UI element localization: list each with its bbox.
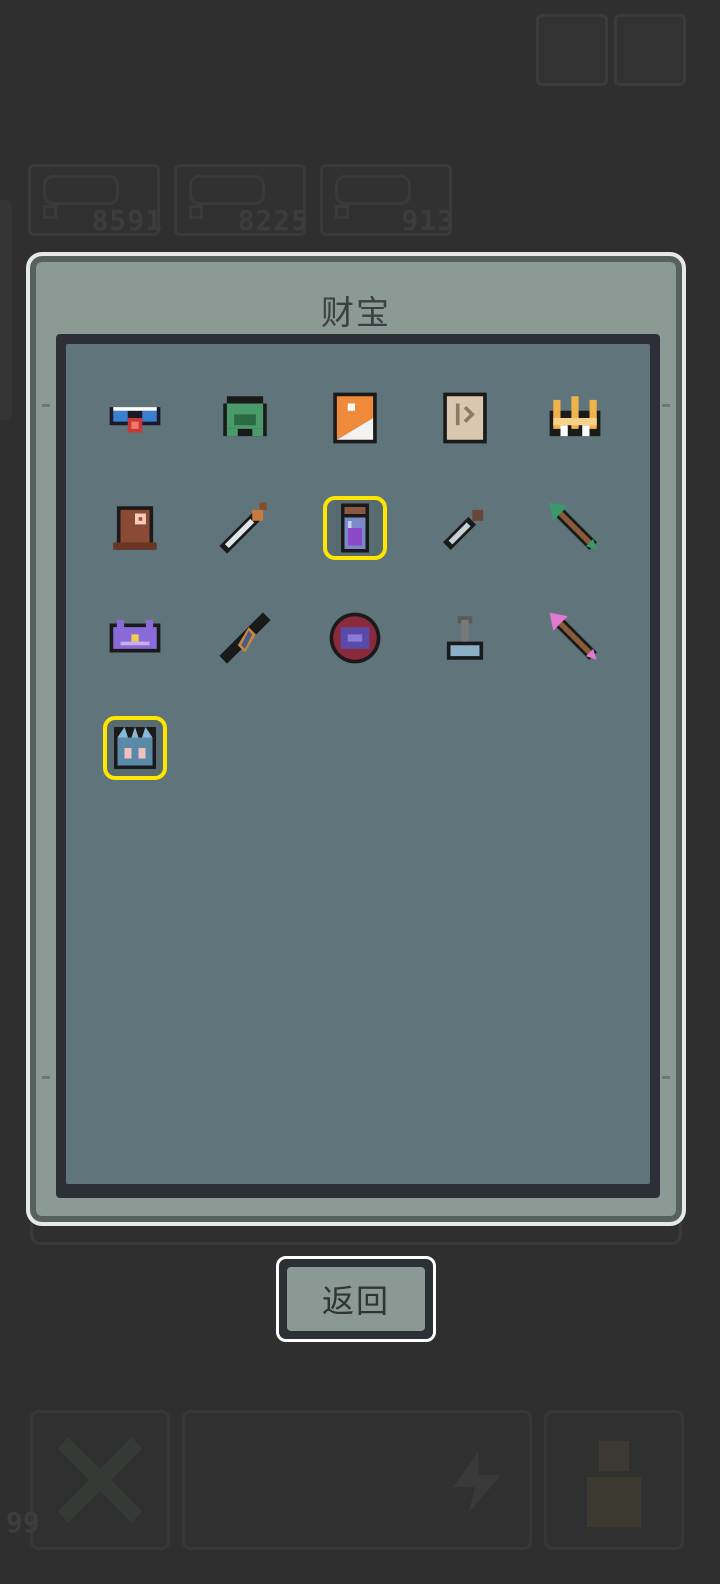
treasure-item[interactable]: [103, 496, 167, 560]
treasure-item[interactable]: [103, 386, 167, 450]
resource-counter-3: 913: [320, 164, 455, 237]
golden-crown-icon: [549, 396, 601, 437]
resource-value: 913: [401, 204, 455, 237]
sword-icon: [219, 502, 267, 554]
treasure-item[interactable]: [103, 606, 167, 670]
parchment-map-icon: [443, 392, 487, 444]
resource-counter-1: 8591: [28, 164, 163, 237]
dagger-icon: [443, 509, 484, 550]
treasure-item[interactable]: [213, 606, 277, 670]
treasure-item[interactable]: [543, 606, 607, 670]
treasure-item[interactable]: [543, 386, 607, 450]
treasure-item[interactable]: [543, 496, 607, 560]
pink-arrow-icon: [549, 612, 597, 660]
treasure-item[interactable]: [323, 386, 387, 450]
wooden-totem-icon: [113, 506, 157, 550]
anvil-lever-icon: [446, 616, 484, 660]
treasure-item[interactable]: [433, 606, 497, 670]
level-value: 99: [6, 1506, 40, 1539]
dark-orb-icon: [329, 612, 381, 664]
treasure-item[interactable]: [433, 496, 497, 560]
side-tab: [0, 200, 12, 420]
treasure-item[interactable]: [213, 386, 277, 450]
treasure-item[interactable]: [433, 386, 497, 450]
back-button[interactable]: 返回: [276, 1256, 436, 1342]
gem-wand-icon: [219, 612, 271, 664]
goggles-icon: [109, 407, 161, 433]
ice-crown-icon: [114, 727, 156, 769]
back-button-label: 返回: [287, 1267, 425, 1331]
treasure-item[interactable]: [323, 606, 387, 670]
bottom-slot-center: [182, 1410, 532, 1550]
treasure-item-highlighted[interactable]: [323, 496, 387, 560]
bottom-slot-left: [30, 1410, 170, 1550]
resource-icon: [43, 175, 119, 205]
resource-icon: [189, 175, 265, 205]
treasure-grid: [66, 344, 650, 1184]
orange-flag-icon: [333, 392, 377, 444]
resource-icon: [335, 175, 411, 205]
character-silhouette-icon: [587, 1441, 641, 1527]
treasure-frame: [56, 334, 660, 1198]
purple-bat-crown-icon: [109, 619, 161, 653]
dialog-title: 财宝: [321, 293, 391, 332]
resource-value: 8225: [237, 204, 309, 237]
lightning-icon: [453, 1452, 501, 1512]
bottom-slot-right: [544, 1410, 684, 1550]
treasure-item-highlighted[interactable]: [103, 716, 167, 780]
resource-value: 8591: [91, 204, 163, 237]
green-arrow-icon: [549, 502, 597, 550]
top-menu-button-2: [614, 14, 686, 86]
treasure-dialog: 财宝: [26, 252, 686, 1226]
purple-potion-jar-icon: [341, 503, 369, 553]
top-menu-button-1: [536, 14, 608, 86]
resource-counter-2: 8225: [174, 164, 309, 237]
green-helmet-icon: [223, 396, 267, 437]
treasure-item[interactable]: [213, 496, 277, 560]
crossed-swords-icon: [57, 1437, 143, 1523]
